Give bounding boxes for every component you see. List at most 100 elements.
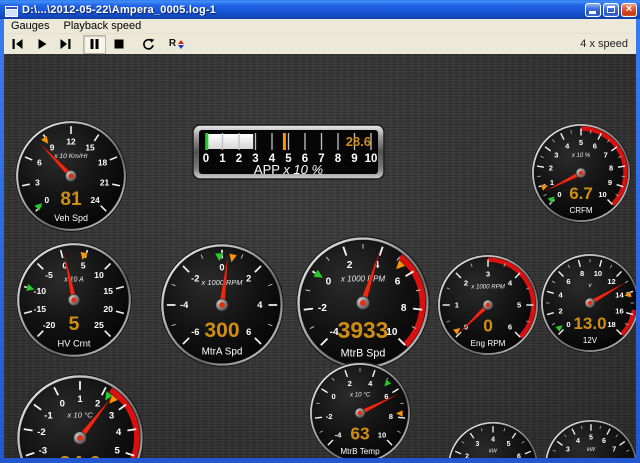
svg-text:5: 5 — [507, 441, 511, 448]
app-window: D:\...\2012-05-22\Ampera_0005.log-1 × Ga… — [0, 0, 640, 463]
svg-text:5: 5 — [589, 435, 593, 442]
svg-text:3: 3 — [109, 410, 114, 421]
svg-text:x 10 °C: x 10 °C — [66, 411, 93, 420]
svg-text:3: 3 — [566, 447, 570, 454]
svg-text:3: 3 — [475, 441, 479, 448]
svg-text:4: 4 — [368, 379, 373, 388]
svg-text:4: 4 — [576, 438, 580, 445]
gauge-app: 01234567891028.6APP x 10 % — [192, 124, 385, 180]
svg-text:24: 24 — [90, 195, 100, 205]
svg-text:18: 18 — [607, 320, 615, 329]
svg-text:3933: 3933 — [338, 317, 389, 343]
svg-text:5: 5 — [69, 313, 80, 335]
gauge-hv-temp: -4-3-2-10123456x 10 °C24.0HV Temp — [16, 374, 144, 458]
window-title: D:\...\2012-05-22\Ampera_0005.log-1 — [22, 4, 585, 16]
menu-bar: Gauges Playback speed — [4, 19, 636, 33]
reverse-arrows-icon — [178, 40, 184, 49]
svg-text:x 10 A: x 10 A — [63, 276, 84, 283]
svg-text:1: 1 — [550, 178, 554, 187]
svg-text:10: 10 — [365, 153, 378, 165]
minimize-icon — [589, 11, 596, 14]
svg-text:1: 1 — [77, 394, 83, 405]
svg-text:28.6: 28.6 — [346, 134, 371, 149]
svg-text:x 1000 RPM: x 1000 RPM — [470, 284, 506, 291]
svg-text:5: 5 — [114, 445, 120, 456]
svg-text:4: 4 — [257, 300, 263, 310]
svg-text:2: 2 — [549, 164, 553, 173]
svg-text:kW: kW — [489, 448, 498, 454]
svg-text:kW: kW — [587, 447, 596, 453]
svg-text:-4: -4 — [335, 431, 343, 440]
svg-text:-1: -1 — [44, 410, 53, 421]
skip-to-end-icon — [59, 38, 72, 50]
loop-button[interactable] — [136, 35, 159, 54]
svg-text:12V: 12V — [583, 336, 598, 345]
svg-text:10: 10 — [594, 269, 602, 278]
svg-text:3: 3 — [554, 151, 558, 160]
app-icon — [5, 4, 18, 15]
svg-text:9: 9 — [608, 178, 612, 187]
gauge-mtrb-spd: -4-20246810x 1000 RPM3933MtrB Spd — [296, 236, 430, 370]
svg-text:2: 2 — [236, 153, 242, 165]
svg-text:10: 10 — [378, 431, 386, 440]
svg-text:6: 6 — [395, 277, 401, 288]
svg-text:14: 14 — [615, 291, 624, 300]
svg-text:8: 8 — [389, 412, 393, 421]
svg-text:4: 4 — [116, 427, 122, 438]
svg-text:MtrA Spd: MtrA Spd — [202, 347, 243, 358]
svg-text:4: 4 — [491, 436, 495, 443]
svg-text:0: 0 — [45, 195, 50, 205]
svg-text:CRFM: CRFM — [569, 206, 592, 215]
svg-text:9: 9 — [50, 142, 55, 152]
svg-text:2: 2 — [464, 279, 468, 288]
svg-text:24.0: 24.0 — [59, 451, 101, 458]
svg-text:-2: -2 — [318, 303, 327, 314]
menu-playback-speed[interactable]: Playback speed — [57, 19, 149, 33]
svg-text:-2: -2 — [326, 412, 333, 421]
svg-text:x 10 Km/Hr: x 10 Km/Hr — [53, 153, 88, 160]
svg-text:6: 6 — [508, 323, 512, 332]
reverse-button[interactable]: R — [165, 35, 188, 54]
stop-button[interactable] — [107, 35, 130, 54]
svg-text:18: 18 — [98, 158, 108, 168]
svg-text:7: 7 — [604, 151, 608, 160]
svg-text:x 10 °C: x 10 °C — [349, 392, 371, 399]
titlebar[interactable]: D:\...\2012-05-22\Ampera_0005.log-1 × — [0, 0, 640, 19]
svg-text:1: 1 — [219, 153, 226, 165]
play-icon — [36, 38, 48, 50]
play-button[interactable] — [30, 35, 53, 54]
svg-text:Eng RPM: Eng RPM — [471, 339, 506, 348]
svg-text:0: 0 — [332, 392, 336, 401]
skip-to-start-button[interactable] — [6, 35, 29, 54]
svg-text:x 1000 RPM: x 1000 RPM — [201, 278, 244, 287]
svg-text:MtrB Spd: MtrB Spd — [341, 348, 386, 360]
close-icon: × — [626, 4, 632, 15]
skip-to-start-icon — [11, 38, 24, 50]
playback-toolbar: R 4 x speed — [4, 33, 636, 54]
svg-text:5: 5 — [517, 301, 522, 310]
menu-gauges[interactable]: Gauges — [4, 19, 57, 33]
svg-text:20: 20 — [103, 304, 113, 314]
close-button[interactable]: × — [621, 3, 637, 17]
maximize-button[interactable] — [603, 3, 619, 17]
gauge-mtrb-temp: -4-20246810x 10 °C63MtrB Temp — [309, 362, 411, 458]
svg-text:7: 7 — [612, 447, 616, 454]
svg-text:-10: -10 — [34, 286, 47, 296]
svg-text:5: 5 — [81, 261, 86, 271]
svg-text:2: 2 — [348, 379, 352, 388]
svg-text:6: 6 — [246, 327, 251, 337]
svg-text:21: 21 — [100, 177, 110, 187]
pause-button[interactable] — [83, 35, 106, 54]
svg-text:1: 1 — [455, 301, 460, 310]
svg-text:0: 0 — [483, 316, 493, 336]
playback-speed-label: 4 x speed — [580, 38, 636, 50]
svg-text:0: 0 — [566, 320, 570, 329]
svg-text:0: 0 — [219, 262, 224, 272]
svg-text:16: 16 — [615, 306, 623, 315]
svg-text:63: 63 — [350, 424, 370, 444]
reverse-label: R — [169, 39, 176, 49]
svg-text:-3: -3 — [39, 445, 48, 456]
minimize-button[interactable] — [585, 3, 601, 17]
svg-text:6: 6 — [517, 454, 521, 458]
skip-to-end-button[interactable] — [54, 35, 77, 54]
